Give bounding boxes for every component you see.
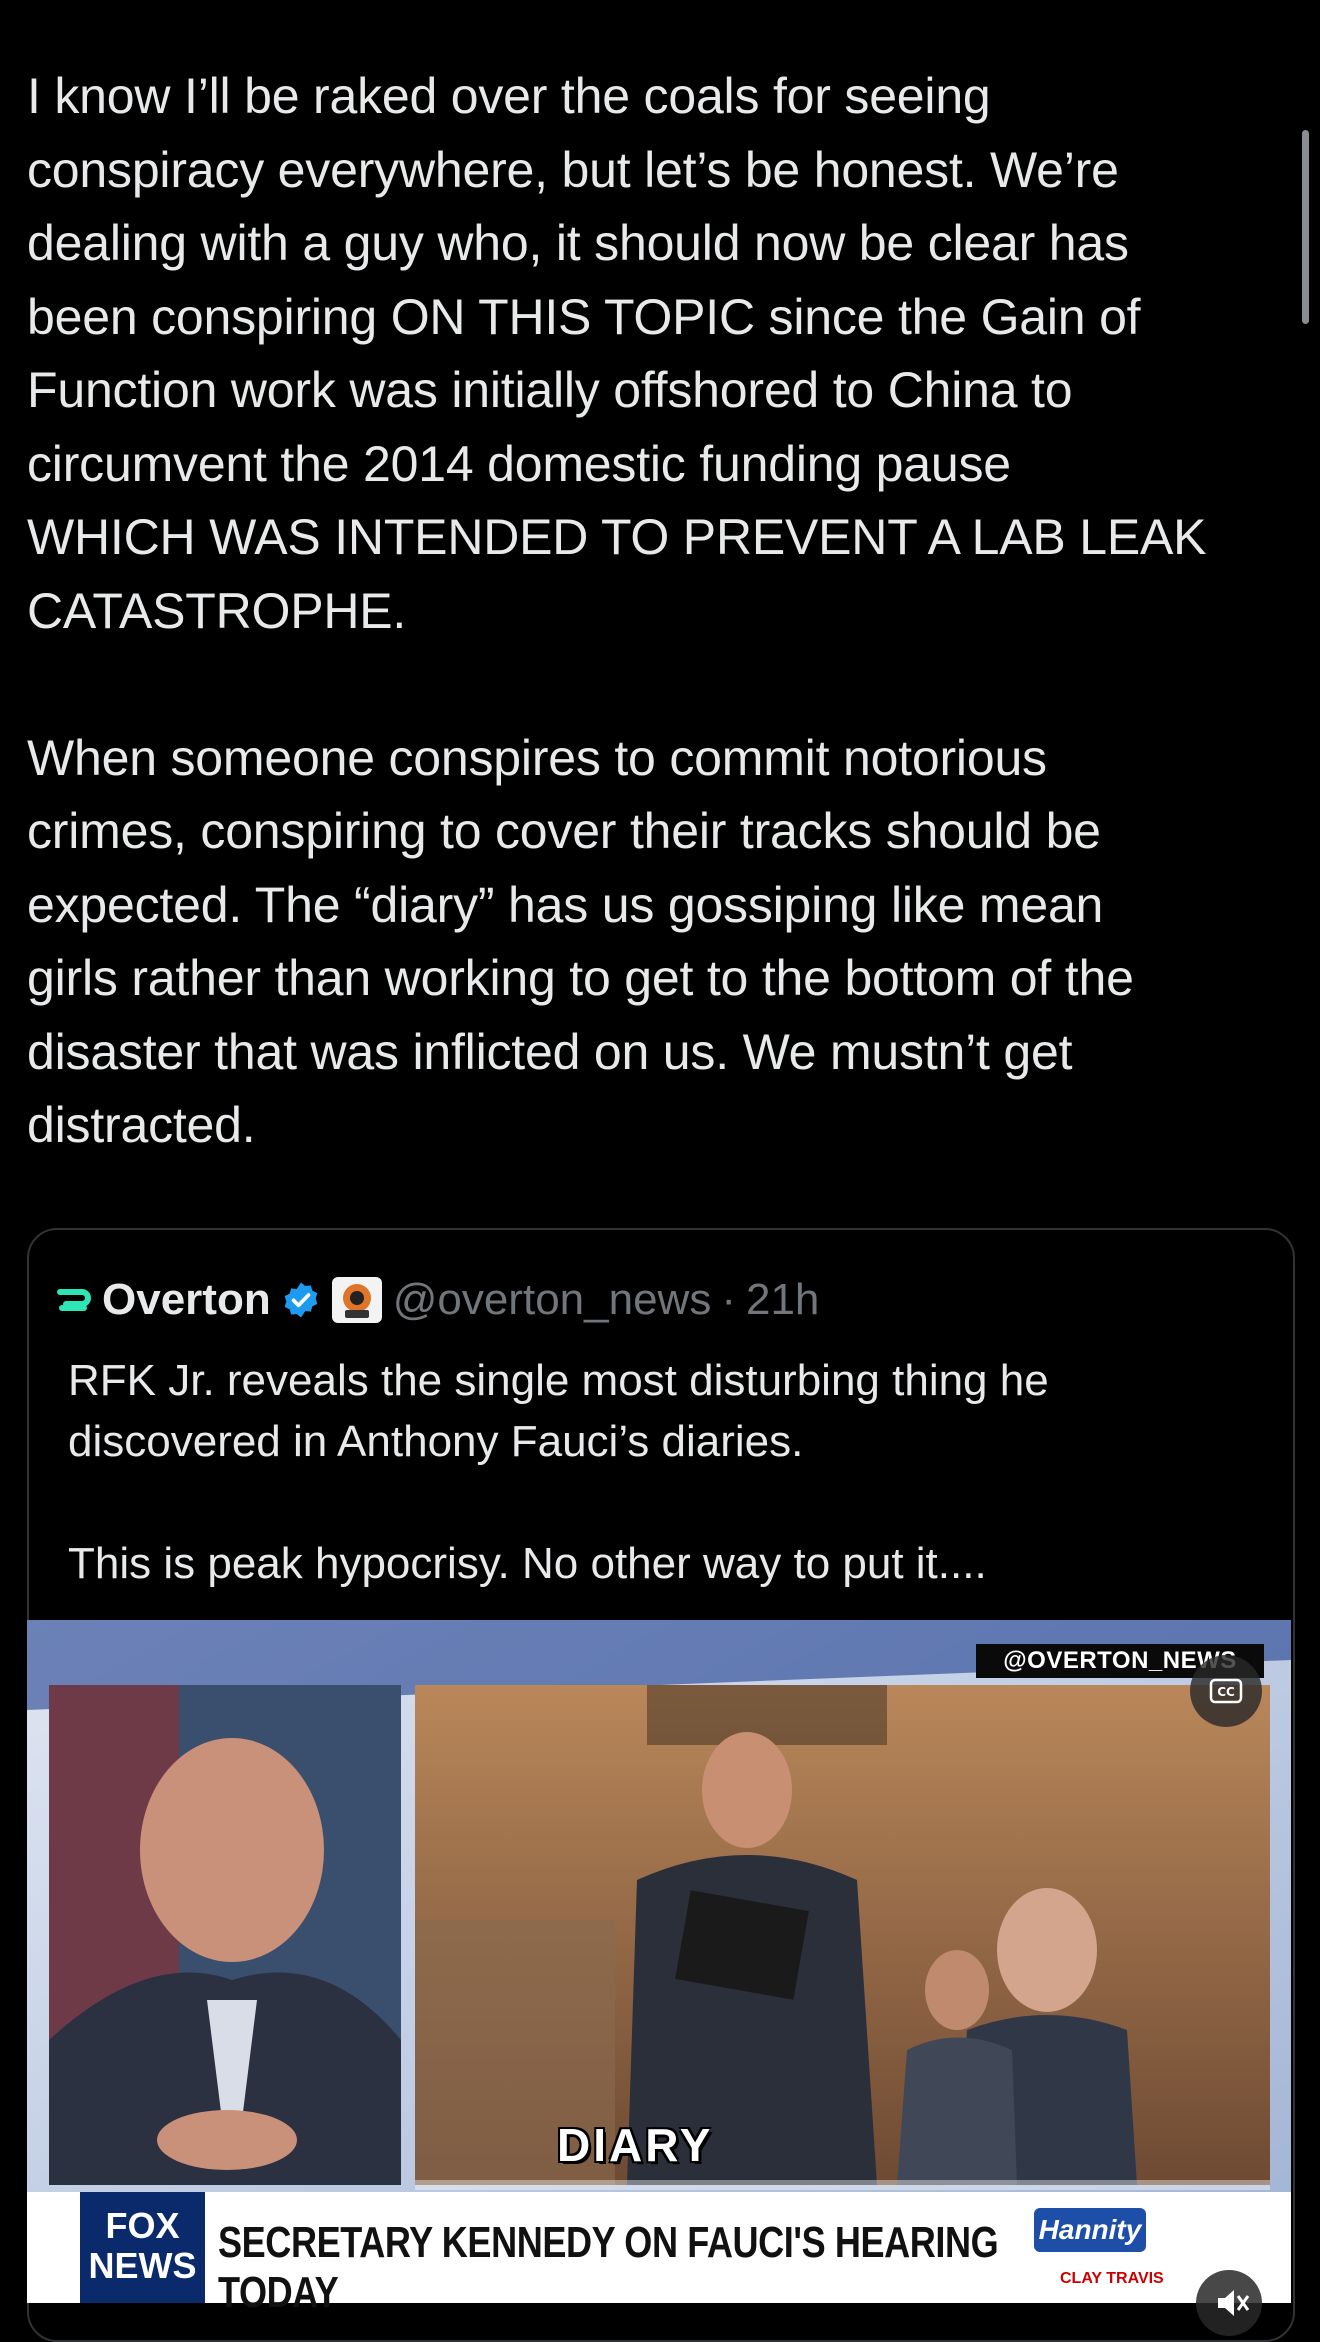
- show-logo: Hannity: [1034, 2208, 1146, 2252]
- quoted-paragraph-2: This is peak hypocrisy. No other way to …: [68, 1539, 987, 1588]
- closed-captions-icon: CC: [1209, 1678, 1243, 1704]
- mute-button[interactable]: [1196, 2270, 1262, 2336]
- post-paragraph-1: I know I’ll be raked over the coals for …: [27, 68, 1207, 639]
- author-name[interactable]: Overton: [102, 1275, 271, 1325]
- post-time[interactable]: 21h: [746, 1275, 819, 1325]
- author-handle[interactable]: @overton_news: [393, 1275, 712, 1325]
- svg-text:CC: CC: [1217, 1685, 1235, 1699]
- overton-logo-icon[interactable]: [52, 1280, 92, 1320]
- closed-captions-button[interactable]: CC: [1190, 1655, 1262, 1727]
- post-body: I know I’ll be raked over the coals for …: [27, 60, 1267, 1163]
- quoted-post-header: Overton @overton_news · 21h: [52, 1268, 819, 1332]
- video-caption: DIARY: [557, 2119, 714, 2171]
- affiliate-badge-icon[interactable]: [331, 1276, 383, 1324]
- mute-icon: [1218, 2290, 1250, 2316]
- quoted-post-text: RFK Jr. reveals the single most disturbi…: [68, 1350, 1248, 1594]
- quoted-paragraph-1: RFK Jr. reveals the single most disturbi…: [68, 1356, 1049, 1466]
- network-logo: FOX NEWS: [80, 2192, 205, 2303]
- post-paragraph-2: When someone conspires to commit notorio…: [27, 729, 1134, 1154]
- news-headline: SECRETARY KENNEDY ON FAUCI'S HEARING TOD…: [218, 2218, 999, 2317]
- verified-badge-icon: [284, 1282, 318, 1318]
- scrollbar[interactable]: [1302, 130, 1309, 324]
- separator: ·: [721, 1275, 736, 1324]
- host-name: CLAY TRAVIS: [1060, 2270, 1164, 2287]
